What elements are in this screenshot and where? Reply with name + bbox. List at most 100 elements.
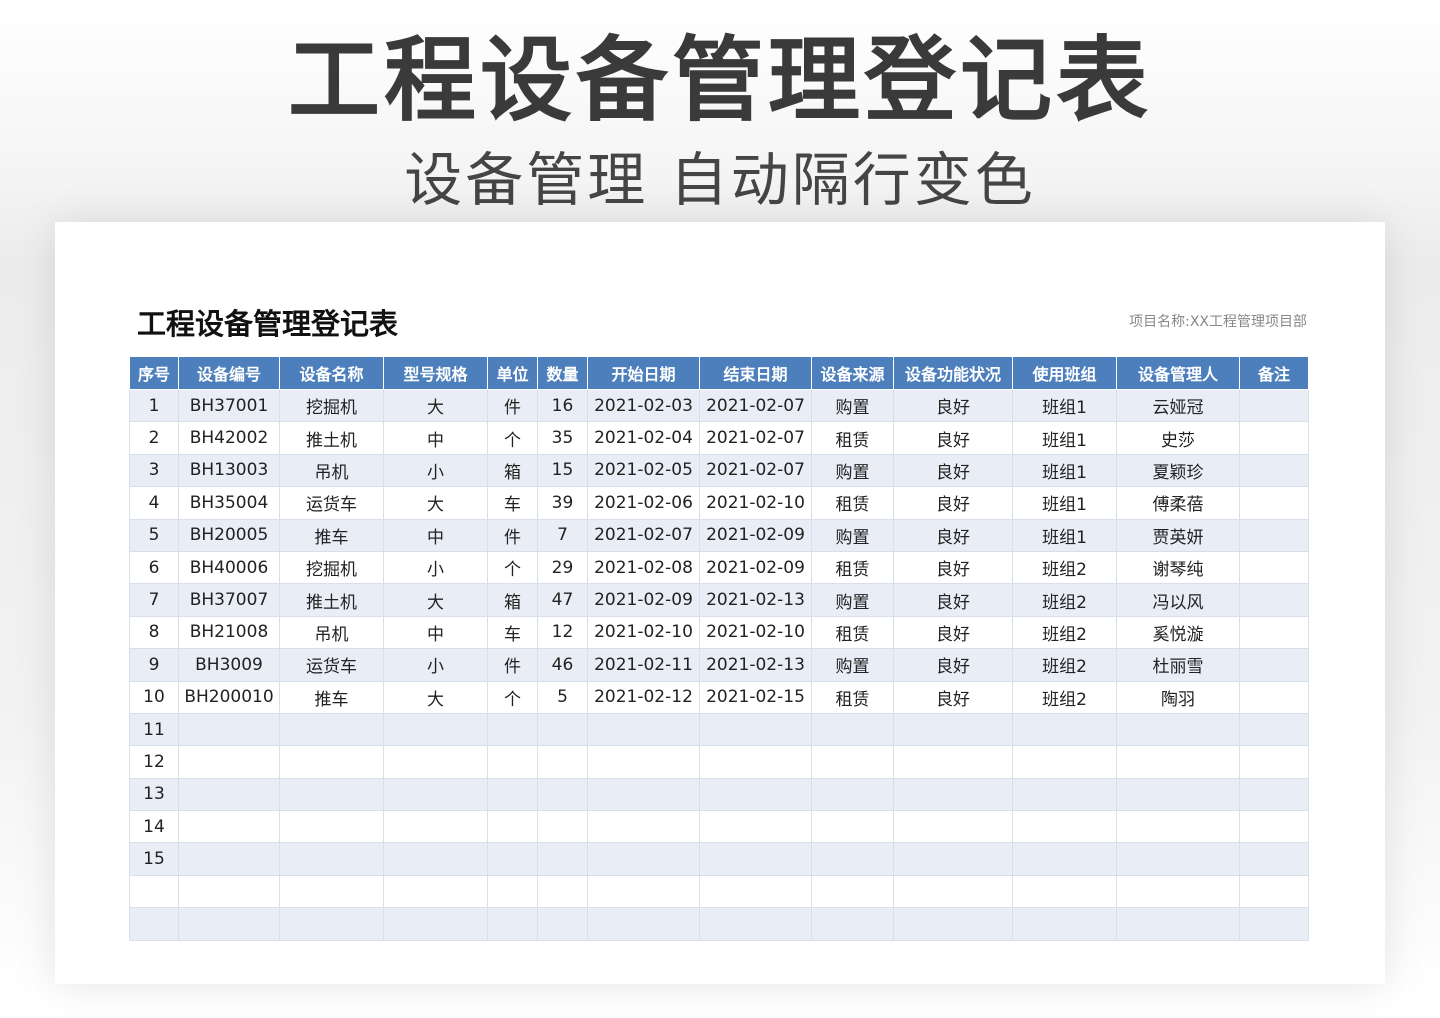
cell-unit[interactable]: 车: [487, 486, 538, 520]
cell-team[interactable]: [1012, 842, 1117, 876]
cell-seq[interactable]: 11: [129, 712, 179, 747]
cell-equipment-id[interactable]: BH42002: [178, 421, 280, 455]
column-header-model-spec[interactable]: 型号规格: [383, 356, 488, 390]
cell-equipment-name[interactable]: 推车: [279, 518, 384, 552]
cell-seq[interactable]: 12: [129, 745, 179, 779]
cell-model-spec[interactable]: [383, 810, 488, 844]
cell-equipment-id[interactable]: [178, 907, 280, 941]
cell-manager[interactable]: [1116, 745, 1240, 779]
cell-seq[interactable]: 8: [129, 615, 179, 650]
cell-seq[interactable]: 5: [129, 518, 179, 552]
cell-remarks[interactable]: [1239, 680, 1309, 714]
cell-condition[interactable]: [893, 745, 1013, 779]
cell-end-date[interactable]: [699, 842, 812, 876]
cell-manager[interactable]: 史莎: [1116, 421, 1240, 455]
cell-quantity[interactable]: [537, 907, 588, 941]
cell-end-date[interactable]: [699, 777, 812, 812]
cell-source[interactable]: [811, 712, 894, 747]
cell-start-date[interactable]: 2021-02-06: [587, 486, 700, 520]
cell-remarks[interactable]: [1239, 874, 1309, 909]
cell-model-spec[interactable]: 大: [383, 388, 488, 423]
cell-condition[interactable]: [893, 712, 1013, 747]
cell-seq[interactable]: [129, 907, 179, 941]
cell-manager[interactable]: 云娅冠: [1116, 388, 1240, 423]
cell-start-date[interactable]: 2021-02-08: [587, 550, 700, 585]
cell-model-spec[interactable]: 小: [383, 648, 488, 682]
cell-team[interactable]: 班组2: [1012, 550, 1117, 585]
cell-unit[interactable]: 个: [487, 421, 538, 455]
cell-source[interactable]: 租赁: [811, 421, 894, 455]
cell-start-date[interactable]: 2021-02-07: [587, 518, 700, 552]
cell-unit[interactable]: 件: [487, 518, 538, 552]
cell-model-spec[interactable]: 小: [383, 453, 488, 488]
cell-end-date[interactable]: [699, 874, 812, 909]
project-name[interactable]: XX工程管理项目部: [1190, 314, 1307, 330]
cell-equipment-id[interactable]: [178, 745, 280, 779]
column-header-seq[interactable]: 序号: [129, 356, 179, 390]
cell-start-date[interactable]: [587, 712, 700, 747]
cell-end-date[interactable]: 2021-02-09: [699, 518, 812, 552]
cell-equipment-name[interactable]: 挖掘机: [279, 550, 384, 585]
cell-equipment-name[interactable]: [279, 842, 384, 876]
cell-unit[interactable]: 箱: [487, 583, 538, 617]
cell-start-date[interactable]: [587, 874, 700, 909]
cell-end-date[interactable]: [699, 712, 812, 747]
cell-condition[interactable]: 良好: [893, 615, 1013, 650]
column-header-end-date[interactable]: 结束日期: [699, 356, 812, 390]
cell-equipment-name[interactable]: 运货车: [279, 648, 384, 682]
cell-equipment-id[interactable]: BH3009: [178, 648, 280, 682]
cell-equipment-name[interactable]: [279, 745, 384, 779]
cell-quantity[interactable]: 46: [537, 648, 588, 682]
cell-manager[interactable]: 谢琴纯: [1116, 550, 1240, 585]
cell-equipment-id[interactable]: [178, 810, 280, 844]
cell-quantity[interactable]: [537, 874, 588, 909]
cell-unit[interactable]: [487, 907, 538, 941]
cell-manager[interactable]: [1116, 874, 1240, 909]
cell-manager[interactable]: 夏颖珍: [1116, 453, 1240, 488]
cell-manager[interactable]: 傅柔蓓: [1116, 486, 1240, 520]
cell-model-spec[interactable]: 中: [383, 421, 488, 455]
cell-source[interactable]: 租赁: [811, 486, 894, 520]
cell-equipment-id[interactable]: [178, 777, 280, 812]
cell-condition[interactable]: [893, 777, 1013, 812]
cell-source[interactable]: 购置: [811, 453, 894, 488]
cell-model-spec[interactable]: 中: [383, 518, 488, 552]
cell-remarks[interactable]: [1239, 518, 1309, 552]
cell-condition[interactable]: 良好: [893, 583, 1013, 617]
cell-seq[interactable]: 10: [129, 680, 179, 714]
cell-quantity[interactable]: 29: [537, 550, 588, 585]
cell-quantity[interactable]: 35: [537, 421, 588, 455]
cell-model-spec[interactable]: 大: [383, 486, 488, 520]
cell-equipment-name[interactable]: [279, 712, 384, 747]
cell-condition[interactable]: 良好: [893, 648, 1013, 682]
cell-quantity[interactable]: 12: [537, 615, 588, 650]
cell-team[interactable]: [1012, 745, 1117, 779]
cell-condition[interactable]: 良好: [893, 388, 1013, 423]
cell-remarks[interactable]: [1239, 486, 1309, 520]
cell-manager[interactable]: [1116, 777, 1240, 812]
cell-equipment-name[interactable]: [279, 810, 384, 844]
column-header-manager[interactable]: 设备管理人: [1116, 356, 1240, 390]
cell-start-date[interactable]: [587, 777, 700, 812]
cell-model-spec[interactable]: [383, 842, 488, 876]
cell-seq[interactable]: 3: [129, 453, 179, 488]
cell-source[interactable]: 租赁: [811, 680, 894, 714]
cell-source[interactable]: 购置: [811, 583, 894, 617]
cell-unit[interactable]: 件: [487, 388, 538, 423]
cell-end-date[interactable]: 2021-02-07: [699, 388, 812, 423]
cell-source[interactable]: 租赁: [811, 615, 894, 650]
cell-seq[interactable]: 6: [129, 550, 179, 585]
cell-equipment-name[interactable]: 吊机: [279, 453, 384, 488]
cell-equipment-name[interactable]: [279, 907, 384, 941]
cell-manager[interactable]: [1116, 842, 1240, 876]
cell-end-date[interactable]: [699, 810, 812, 844]
cell-model-spec[interactable]: 小: [383, 550, 488, 585]
cell-unit[interactable]: 件: [487, 648, 538, 682]
cell-source[interactable]: 购置: [811, 518, 894, 552]
column-header-equipment-name[interactable]: 设备名称: [279, 356, 384, 390]
cell-condition[interactable]: 良好: [893, 550, 1013, 585]
cell-equipment-id[interactable]: BH37001: [178, 388, 280, 423]
cell-condition[interactable]: [893, 907, 1013, 941]
cell-remarks[interactable]: [1239, 648, 1309, 682]
cell-unit[interactable]: 个: [487, 550, 538, 585]
